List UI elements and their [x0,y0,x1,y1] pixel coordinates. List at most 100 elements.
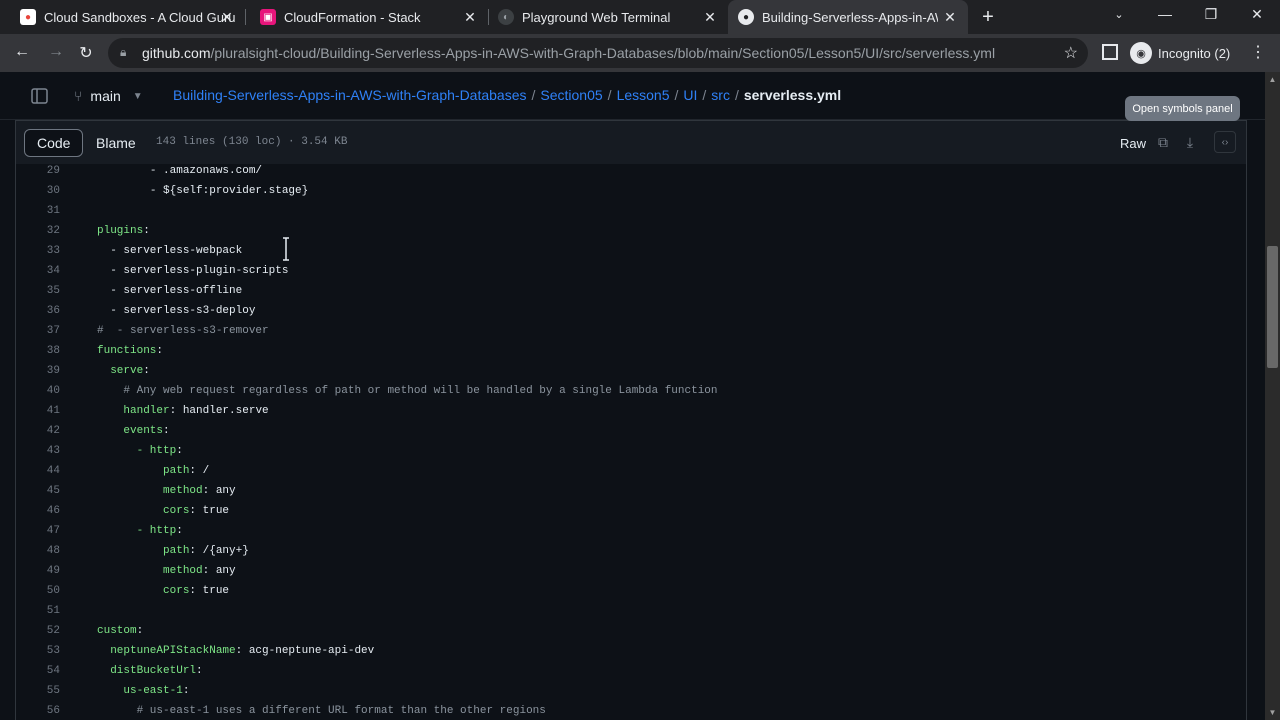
code-line: 36 - serverless-s3-deploy [16,301,1246,321]
line-source: - http: [97,521,183,541]
line-number[interactable]: 51 [16,601,60,621]
code-line: 39 serve: [16,361,1246,381]
yaml-value: - serverless-webpack [110,245,243,257]
line-source: method: any [97,561,236,581]
line-source: cors: true [97,581,229,601]
line-number[interactable]: 40 [16,381,60,401]
scroll-down-icon[interactable]: ▼ [1265,705,1280,720]
line-number[interactable]: 55 [16,681,60,701]
download-icon[interactable]: ⤓ [1179,131,1201,153]
restore-icon[interactable]: ❐ [1201,6,1221,23]
back-icon[interactable]: ← [12,43,32,61]
code-line: 40 # Any web request regardless of path … [16,381,1246,401]
branch-selector[interactable]: ⑂ main ▼ [62,81,162,111]
code-tab[interactable]: Code [24,129,84,157]
breadcrumb-section05[interactable]: Section05 [540,87,602,103]
breadcrumb-src[interactable]: src [711,87,730,103]
close-window-icon[interactable]: ✕ [1247,6,1267,23]
line-number[interactable]: 45 [16,481,60,501]
line-number[interactable]: 53 [16,641,60,661]
copy-icon[interactable]: ⧉ [1152,131,1174,153]
breadcrumb-repo[interactable]: Building-Serverless-Apps-in-AWS-with-Gra… [173,87,527,103]
line-number[interactable]: 36 [16,301,60,321]
bookmark-star-icon[interactable]: ☆ [1064,43,1078,63]
yaml-value: : any [202,485,236,497]
yaml-key: cors [163,505,190,517]
line-number[interactable]: 35 [16,281,60,301]
line-number[interactable]: 47 [16,521,60,541]
line-number[interactable]: 54 [16,661,60,681]
minimize-icon[interactable]: — [1155,6,1175,22]
code-comment: # Any web request regardless of path or … [123,385,718,397]
line-number[interactable]: 46 [16,501,60,521]
scrollbar-thumb[interactable] [1267,246,1278,368]
code-view[interactable]: 29 - .amazonaws.com/30 - ${self:provider… [15,164,1247,720]
incognito-profile-button[interactable]: ◉ Incognito (2) [1130,40,1230,66]
reload-icon[interactable]: ↻ [76,43,96,63]
line-number[interactable]: 30 [16,181,60,201]
code-line: 45 method: any [16,481,1246,501]
line-number[interactable]: 43 [16,441,60,461]
code-line: 32 plugins: [16,221,1246,241]
breadcrumb-lesson5[interactable]: Lesson5 [617,87,670,103]
line-number[interactable]: 41 [16,401,60,421]
address-bar[interactable]: 🔒︎ github.com/pluralsight-cloud/Building… [108,38,1088,68]
line-source: plugins: [97,221,150,241]
close-tab-icon[interactable]: ✕ [942,9,958,25]
close-tab-icon[interactable]: ✕ [219,9,235,25]
symbols-panel-icon[interactable]: ‹› [1214,131,1236,153]
url-text[interactable]: github.com/pluralsight-cloud/Building-Se… [142,45,995,61]
line-number[interactable]: 31 [16,201,60,221]
line-number[interactable]: 37 [16,321,60,341]
side-panel-icon[interactable] [1102,44,1118,60]
yaml-value: - ${self:provider.stage} [149,185,309,197]
breadcrumb-separator: / [531,87,536,103]
tab-search-icon[interactable]: ⌄ [1109,8,1129,21]
code-line: 47 - http: [16,521,1246,541]
tab-github-repo[interactable]: ● Building-Serverless-Apps-in-AWS ✕ [728,0,968,34]
tab-cloud-sandboxes[interactable]: ● Cloud Sandboxes - A Cloud Guru ✕ [0,0,245,34]
line-number[interactable]: 32 [16,221,60,241]
raw-button[interactable]: Raw [1110,129,1156,157]
code-toolbar: Code Blame 143 lines (130 loc) · 3.54 KB… [15,120,1247,164]
line-number[interactable]: 44 [16,461,60,481]
line-source: distBucketUrl: [97,661,202,681]
code-line: 55 us-east-1: [16,681,1246,701]
line-number[interactable]: 56 [16,701,60,720]
yaml-value: : acg-neptune-api-dev [235,645,375,657]
forward-icon[interactable]: → [46,43,66,61]
line-number[interactable]: 38 [16,341,60,361]
new-tab-icon[interactable]: + [978,6,998,29]
line-number[interactable]: 42 [16,421,60,441]
line-number[interactable]: 39 [16,361,60,381]
line-number[interactable]: 49 [16,561,60,581]
tab-title: Playground Web Terminal [522,9,671,25]
page-scrollbar[interactable] [1265,72,1280,720]
expand-file-tree-icon[interactable] [30,86,50,106]
tab-playground-terminal[interactable]: ◐ Playground Web Terminal ✕ [478,0,728,34]
url-host: github.com [142,45,211,61]
line-number[interactable]: 29 [16,164,60,181]
lock-icon[interactable]: 🔒︎ [120,45,126,60]
line-source: handler: handler.serve [97,401,268,421]
tab-cloudformation[interactable]: ▣ CloudFormation - Stack ✕ [240,0,488,34]
yaml-value: : [136,625,144,637]
blame-tab[interactable]: Blame [84,129,148,157]
breadcrumb-ui[interactable]: UI [683,87,697,103]
line-source: # us-east-1 uses a different URL format … [97,701,546,720]
cloudformation-icon: ▣ [260,9,276,25]
close-tab-icon[interactable]: ✕ [462,9,478,25]
close-tab-icon[interactable]: ✕ [702,9,718,25]
line-number[interactable]: 50 [16,581,60,601]
line-number[interactable]: 33 [16,241,60,261]
line-number[interactable]: 52 [16,621,60,641]
yaml-value: : true [189,505,230,517]
line-number[interactable]: 48 [16,541,60,561]
scroll-up-icon[interactable]: ▲ [1265,72,1280,87]
line-number[interactable]: 34 [16,261,60,281]
browser-menu-icon[interactable]: ⋮ [1250,42,1266,62]
